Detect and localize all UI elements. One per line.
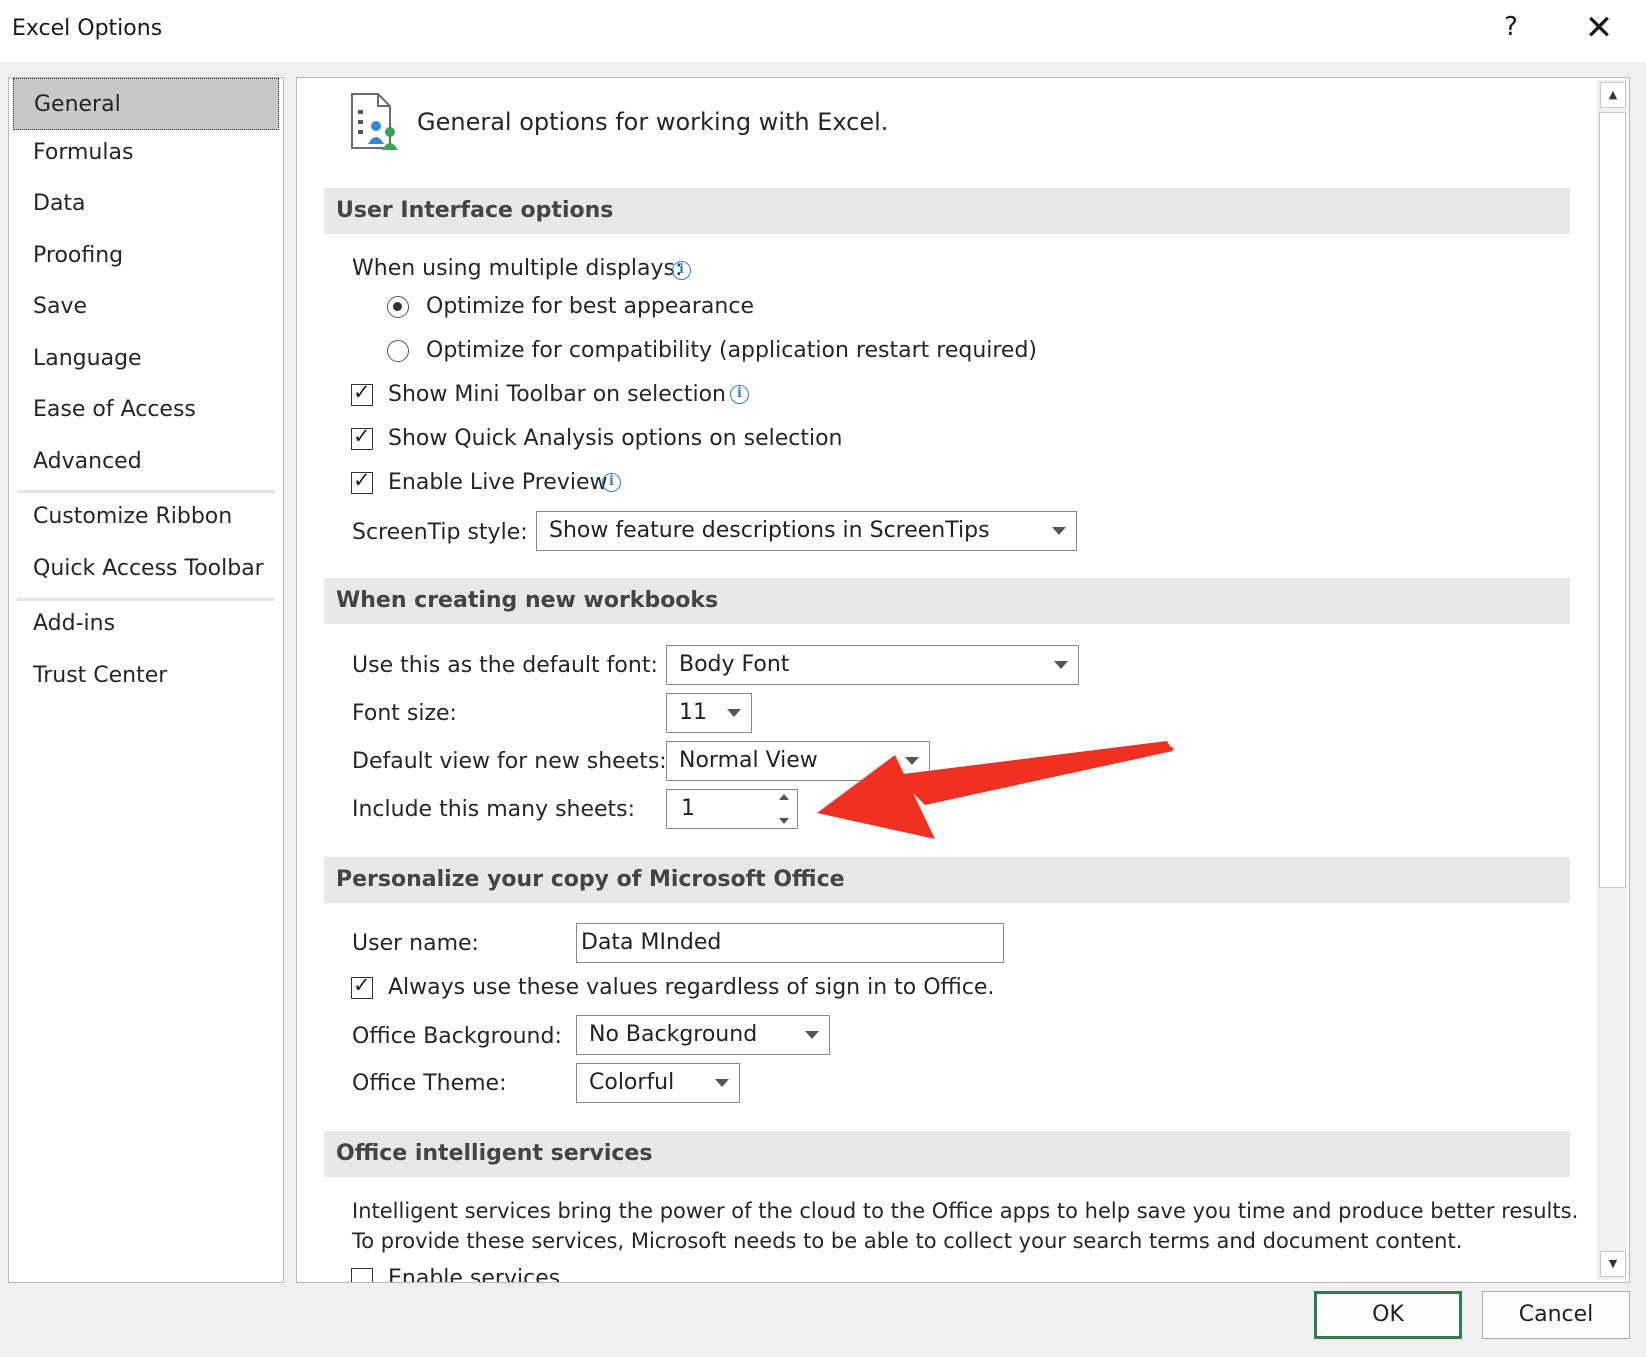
- office-theme-label: Office Theme:: [352, 1071, 507, 1096]
- ok-button[interactable]: OK: [1314, 1291, 1462, 1339]
- general-options-icon: [351, 93, 398, 150]
- sidebar-item-data[interactable]: Data: [9, 178, 283, 230]
- font-size-select[interactable]: 11: [666, 693, 752, 733]
- sidebar-item-general[interactable]: General: [13, 78, 279, 130]
- chevron-down-icon: [715, 1079, 729, 1087]
- sidebar-item-advanced[interactable]: Advanced: [9, 436, 283, 488]
- office-theme-select[interactable]: Colorful: [576, 1063, 740, 1103]
- chevron-down-icon: [805, 1031, 819, 1039]
- screentip-style-select[interactable]: Show feature descriptions in ScreenTips: [536, 511, 1077, 551]
- live-preview-label: Enable Live Preview: [388, 470, 608, 495]
- sidebar-item-add-ins[interactable]: Add-ins: [9, 598, 283, 650]
- default-view-label: Default view for new sheets:: [352, 749, 667, 774]
- cancel-button[interactable]: Cancel: [1482, 1291, 1630, 1339]
- page-title: General options for working with Excel.: [417, 108, 889, 136]
- sidebar-item-formulas[interactable]: Formulas: [9, 127, 283, 179]
- checkbox-live-preview[interactable]: [351, 468, 373, 494]
- intelligent-services-description-2: To provide these services, Microsoft nee…: [352, 1229, 1463, 1253]
- office-background-value: No Background: [589, 1022, 758, 1047]
- section-intelligent-services: Office intelligent services: [324, 1131, 1570, 1177]
- info-icon: i: [730, 385, 749, 404]
- sidebar-item-customize-ribbon[interactable]: Customize Ribbon: [9, 491, 283, 543]
- default-font-select[interactable]: Body Font: [666, 645, 1079, 685]
- intelligent-services-description: Intelligent services bring the power of …: [352, 1199, 1579, 1223]
- multi-display-label: When using multiple displays:: [352, 256, 683, 281]
- sheet-count-value: 1: [681, 796, 695, 821]
- enable-services-label: Enable services: [388, 1266, 561, 1282]
- title-bar: [0, 0, 1646, 62]
- radio-optimize-best-appearance[interactable]: [387, 296, 409, 318]
- help-button[interactable]: ?: [1496, 12, 1526, 42]
- username-label: User name:: [352, 931, 479, 956]
- default-font-label: Use this as the default font:: [352, 653, 658, 678]
- default-font-value: Body Font: [679, 652, 790, 677]
- info-icon: i: [602, 473, 621, 492]
- mini-toolbar-label: Show Mini Toolbar on selection: [388, 382, 726, 407]
- scrollbar-thumb[interactable]: [1599, 112, 1626, 888]
- clipped-row: Enable services: [300, 1262, 1596, 1282]
- sidebar-item-proofing[interactable]: Proofing: [9, 230, 283, 282]
- sidebar-item-save[interactable]: Save: [9, 281, 283, 333]
- username-input[interactable]: Data MInded: [576, 923, 1004, 963]
- quick-analysis-label: Show Quick Analysis options on selection: [388, 426, 843, 451]
- always-use-label: Always use these values regardless of si…: [388, 975, 995, 1000]
- close-button[interactable]: ✕: [1582, 8, 1616, 48]
- screentip-style-value: Show feature descriptions in ScreenTips: [549, 518, 990, 543]
- chevron-down-icon: [1052, 527, 1066, 535]
- window-title: Excel Options: [12, 16, 163, 41]
- checkbox-always-use-values[interactable]: [351, 973, 373, 999]
- radio-compat-label: Optimize for compatibility (application …: [426, 338, 1038, 363]
- sheet-count-label: Include this many sheets:: [352, 797, 636, 822]
- spin-down-icon[interactable]: [779, 818, 789, 824]
- office-background-label: Office Background:: [352, 1024, 562, 1049]
- info-icon: i: [672, 261, 691, 280]
- font-size-label: Font size:: [352, 701, 457, 726]
- font-size-value: 11: [679, 700, 707, 725]
- office-theme-value: Colorful: [589, 1070, 675, 1095]
- scroll-down-icon[interactable]: ▼: [1600, 1251, 1626, 1277]
- radio-best-label: Optimize for best appearance: [426, 294, 754, 319]
- sidebar-item-trust-center[interactable]: Trust Center: [9, 650, 283, 702]
- office-background-select[interactable]: No Background: [576, 1015, 830, 1055]
- radio-optimize-compatibility[interactable]: [387, 340, 409, 362]
- screentip-style-label: ScreenTip style:: [352, 520, 528, 545]
- checkbox-enable-services[interactable]: [351, 1268, 373, 1282]
- chevron-down-icon: [1054, 661, 1068, 669]
- sheet-count-stepper[interactable]: 1: [666, 789, 798, 829]
- scroll-up-icon[interactable]: ▲: [1600, 82, 1626, 108]
- sidebar-item-language[interactable]: Language: [9, 333, 283, 385]
- sidebar-item-ease-of-access[interactable]: Ease of Access: [9, 384, 283, 436]
- default-view-value: Normal View: [679, 748, 818, 773]
- checkbox-mini-toolbar[interactable]: [351, 380, 373, 406]
- username-value: Data MInded: [581, 930, 722, 955]
- section-new-workbooks: When creating new workbooks: [324, 578, 1570, 624]
- spin-up-icon[interactable]: [779, 794, 789, 800]
- chevron-down-icon: [727, 709, 741, 717]
- sidebar-item-quick-access-toolbar[interactable]: Quick Access Toolbar: [9, 543, 283, 595]
- checkbox-quick-analysis[interactable]: [351, 424, 373, 450]
- annotation-arrow-icon: [817, 741, 1175, 839]
- section-user-interface-options: User Interface options: [324, 188, 1570, 234]
- sidebar: General Formulas Data Proofing Save Lang…: [8, 77, 284, 1283]
- section-personalize: Personalize your copy of Microsoft Offic…: [324, 857, 1570, 903]
